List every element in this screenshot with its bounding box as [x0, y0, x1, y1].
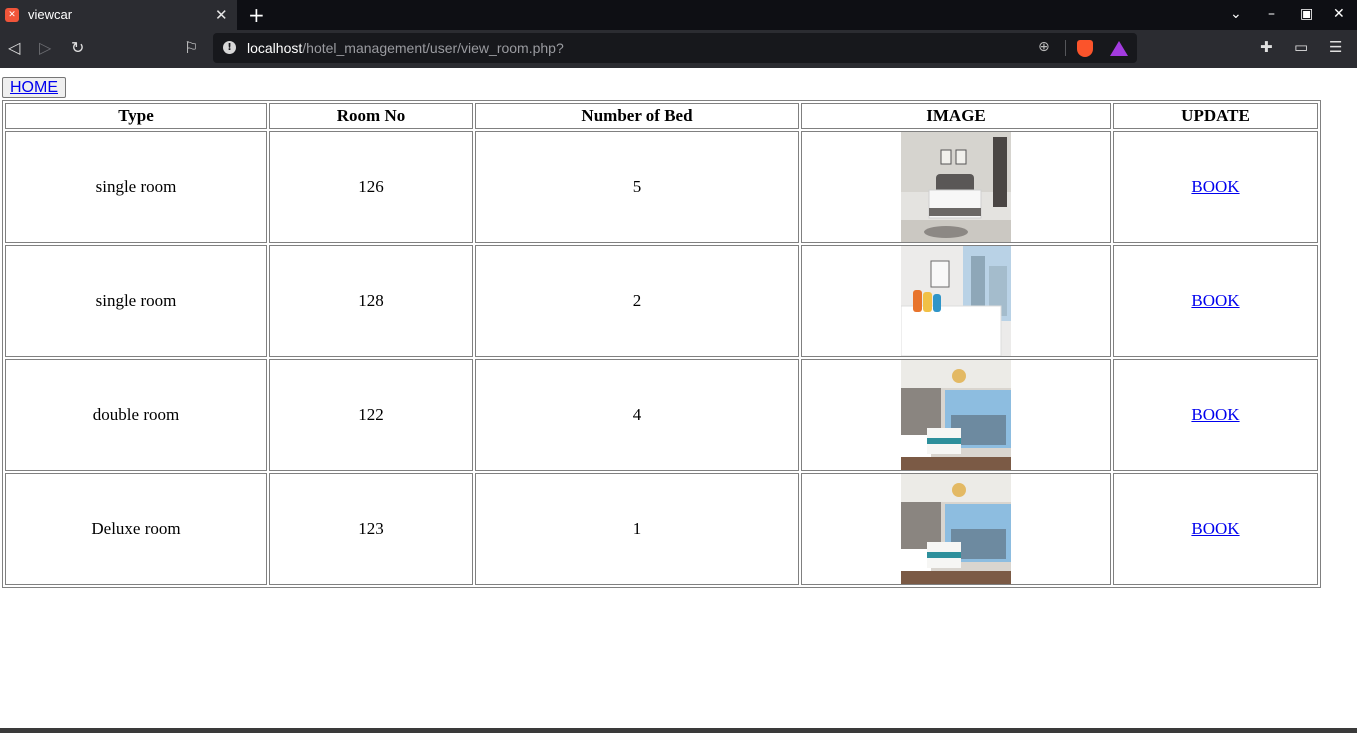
header-number-of-bed: Number of Bed [475, 103, 799, 129]
url-path: /hotel_management/user/view_room.php? [302, 40, 564, 56]
book-cell: BOOK [1113, 131, 1318, 243]
brave-rewards-icon[interactable] [1110, 41, 1128, 56]
page-content: HOME Type Room No Number of Bed IMAGE UP… [0, 68, 1357, 728]
rooms-table: Type Room No Number of Bed IMAGE UPDATE … [2, 100, 1321, 588]
table-row: Deluxe room 123 1 BOOK [5, 473, 1318, 585]
forward-icon[interactable]: ▷ [39, 38, 51, 57]
table-row: single room 128 2 BOOK [5, 245, 1318, 357]
browser-tab[interactable]: ✕ viewcar ✕ [0, 0, 237, 30]
menu-icon[interactable]: ☰ [1329, 38, 1342, 56]
room-type: single room [5, 245, 267, 357]
extensions-icon[interactable]: ✚ [1260, 38, 1273, 56]
book-link[interactable]: BOOK [1191, 519, 1239, 538]
wallet-icon[interactable]: ▭ [1294, 38, 1308, 56]
room-number: 128 [269, 245, 473, 357]
table-row: double room 122 4 BOOK [5, 359, 1318, 471]
close-tab-icon[interactable]: ✕ [215, 6, 228, 24]
bed-count: 5 [475, 131, 799, 243]
book-cell: BOOK [1113, 473, 1318, 585]
tab-strip: ✕ viewcar ✕ + ⌄ – ▣ ✕ [0, 0, 1357, 30]
home-button[interactable]: HOME [2, 77, 66, 98]
book-cell: BOOK [1113, 359, 1318, 471]
reload-icon[interactable]: ↻ [71, 38, 84, 57]
room-photo-image [901, 246, 1011, 356]
bed-count: 1 [475, 473, 799, 585]
room-number: 122 [269, 359, 473, 471]
back-icon[interactable]: ◁ [8, 38, 20, 57]
brave-shield-icon[interactable] [1077, 40, 1093, 57]
room-number: 126 [269, 131, 473, 243]
header-image: IMAGE [801, 103, 1111, 129]
table-row: single room 126 5 BOOK [5, 131, 1318, 243]
room-type: Deluxe room [5, 473, 267, 585]
url-host: localhost [247, 40, 303, 56]
room-type: single room [5, 131, 267, 243]
zoom-icon[interactable]: ⊕ [1038, 39, 1050, 55]
browser-toolbar: ◁ ▷ ↻ ⚐ ! localhost/hotel_management/use… [0, 30, 1357, 68]
room-number: 123 [269, 473, 473, 585]
bed-count: 4 [475, 359, 799, 471]
room-image-cell [801, 473, 1111, 585]
address-bar-divider [1065, 40, 1066, 56]
room-type: double room [5, 359, 267, 471]
bed-count: 2 [475, 245, 799, 357]
room-photo-image [901, 360, 1011, 470]
url-text[interactable]: localhost/hotel_management/user/view_roo… [247, 40, 564, 56]
address-bar[interactable]: ! localhost/hotel_management/user/view_r… [213, 33, 1137, 63]
book-link[interactable]: BOOK [1191, 291, 1239, 310]
tab-search-chevron-icon[interactable]: ⌄ [1230, 6, 1242, 22]
site-info-icon[interactable]: ! [223, 41, 236, 54]
new-tab-icon[interactable]: + [248, 3, 265, 27]
header-type: Type [5, 103, 267, 129]
taskbar-edge [0, 728, 1357, 733]
xampp-favicon-icon: ✕ [5, 8, 19, 22]
room-image-cell [801, 359, 1111, 471]
close-window-icon[interactable]: ✕ [1333, 6, 1345, 22]
book-link[interactable]: BOOK [1191, 405, 1239, 424]
maximize-icon[interactable]: ▣ [1300, 6, 1313, 22]
room-image-cell [801, 131, 1111, 243]
room-image-cell [801, 245, 1111, 357]
header-update: UPDATE [1113, 103, 1318, 129]
room-photo-image [901, 474, 1011, 584]
tab-title: viewcar [28, 7, 73, 22]
bookmark-icon[interactable]: ⚐ [184, 38, 198, 57]
header-room-no: Room No [269, 103, 473, 129]
room-photo-image [901, 132, 1011, 242]
book-cell: BOOK [1113, 245, 1318, 357]
table-header-row: Type Room No Number of Bed IMAGE UPDATE [5, 103, 1318, 129]
minimize-icon[interactable]: – [1268, 6, 1275, 22]
book-link[interactable]: BOOK [1191, 177, 1239, 196]
